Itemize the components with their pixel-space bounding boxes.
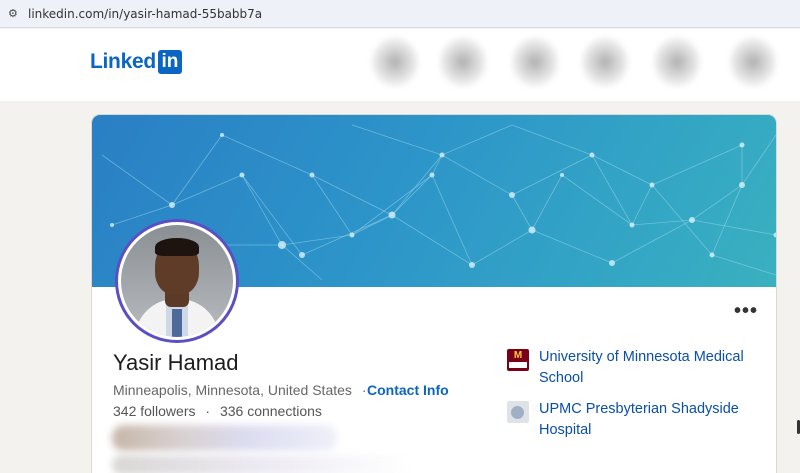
upmc-logo-icon [507,401,529,423]
umn-medical-school-logo-icon: M [507,349,529,371]
org-item-education[interactable]: M University of Minnesota Medical School [507,347,759,389]
profile-location: Minneapolis, Minnesota, United States · [113,382,366,398]
nav-item-blurred[interactable] [730,37,776,87]
connections-count[interactable]: 336 connections [220,403,322,419]
url-text[interactable]: linkedin.com/in/yasir-hamad-55babb7a [28,7,262,21]
linkedin-logo[interactable]: Linked in [90,50,182,74]
nav-item-blurred[interactable] [582,37,628,87]
tune-icon[interactable]: ⚙ [8,8,20,20]
org-item-experience[interactable]: UPMC Presbyterian Shadyside Hospital [507,399,759,441]
nav-item-blurred[interactable] [440,37,486,87]
profile-photo-image [121,225,233,337]
nav-item-blurred[interactable] [512,37,558,87]
blurred-content [112,455,412,473]
umn-logo-letter: M [513,350,523,361]
org-name[interactable]: University of Minnesota Medical School [539,347,759,389]
more-options-button[interactable]: ••• [734,300,758,323]
profile-photo[interactable] [118,222,236,340]
org-name[interactable]: UPMC Presbyterian Shadyside Hospital [539,399,759,441]
profile-name: Yasir Hamad [113,350,239,375]
profile-stats: 342 followers · 336 connections [113,403,322,419]
contact-info-link[interactable]: Contact Info [367,382,449,398]
location-text: Minneapolis, Minnesota, United States [113,382,352,398]
top-navigation: Linked in [0,29,800,101]
followers-count[interactable]: 342 followers [113,403,196,419]
separator-dot: · [361,382,367,398]
logo-wordmark: Linked [90,50,156,73]
logo-badge: in [157,50,182,74]
blurred-content [112,425,337,451]
nav-item-blurred[interactable] [654,37,700,87]
address-bar[interactable]: ⚙ linkedin.com/in/yasir-hamad-55babb7a [0,0,800,28]
separator-dot: · [205,403,211,419]
nav-item-blurred[interactable] [372,37,418,87]
